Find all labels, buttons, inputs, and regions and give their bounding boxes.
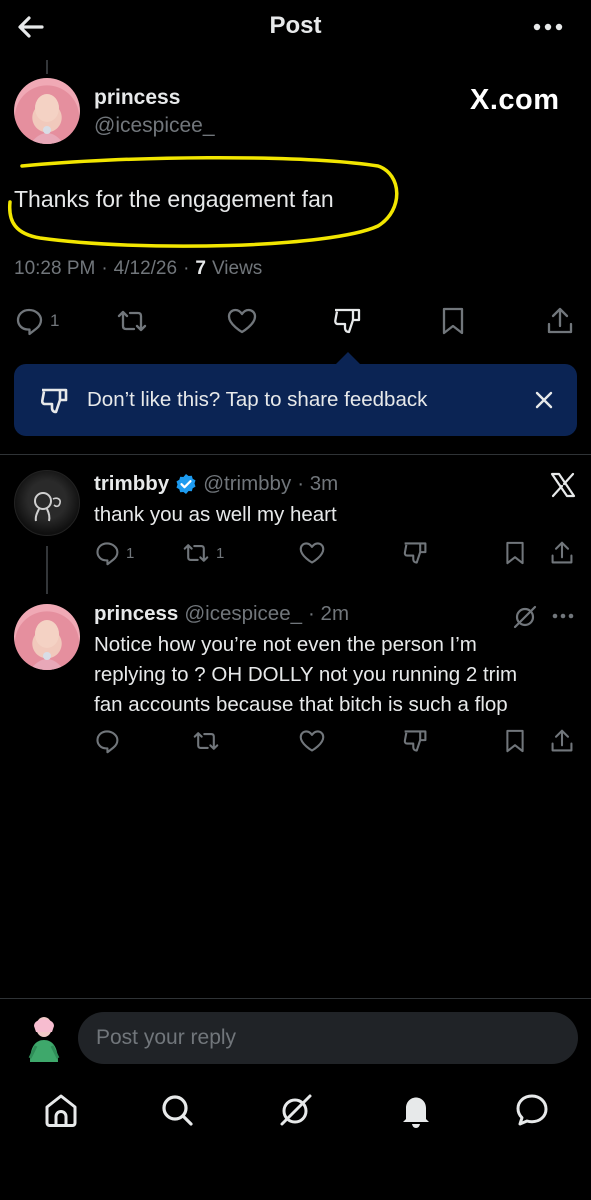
reply-button[interactable]: 1: [94, 540, 134, 566]
avatar[interactable]: [14, 78, 80, 144]
repost-icon: [183, 544, 209, 562]
feedback-pointer: [336, 352, 360, 364]
search-icon: [162, 1095, 193, 1126]
search-button[interactable]: [157, 1090, 197, 1130]
reply-author-name[interactable]: princess: [94, 602, 178, 626]
thread-line: [46, 60, 48, 74]
author-handle[interactable]: @icespicee_: [94, 114, 215, 138]
user-avatar: [20, 1012, 68, 1064]
page-title: Post: [269, 12, 322, 39]
grok-button[interactable]: [276, 1090, 316, 1130]
bookmark-button[interactable]: [504, 728, 526, 754]
avatar[interactable]: [14, 470, 80, 536]
repost-icon: [117, 310, 147, 332]
feedback-text[interactable]: Don’t like this? Tap to share feedback: [87, 388, 427, 412]
reply-count: 1: [126, 544, 135, 562]
verified-badge-icon: [176, 474, 196, 494]
reply-header: princess @icespicee_ · 2m: [94, 602, 349, 626]
bookmark-button[interactable]: [504, 540, 526, 566]
thumbs-down-icon: [334, 308, 361, 334]
x-logo-icon: [550, 472, 576, 498]
share-icon: [551, 541, 573, 564]
reply-button[interactable]: 1: [14, 306, 59, 336]
repost-button[interactable]: 1: [182, 540, 224, 566]
post-meta: 10:28 PM · 4/12/26 · 7 Views: [14, 258, 262, 280]
avatar-image: [30, 94, 64, 144]
thumbs-down-icon: [40, 388, 68, 414]
grok-icon: [280, 1094, 312, 1126]
reply-icon: [96, 730, 119, 754]
divider: [0, 454, 591, 455]
reply-icon: [16, 308, 43, 336]
heart-icon: [299, 542, 325, 564]
more-options-button[interactable]: [528, 12, 568, 42]
share-button[interactable]: [550, 540, 574, 566]
thumbs-down-icon: [403, 730, 427, 752]
reply-text: thank you as well my heart: [94, 503, 337, 526]
reply-text-line: fan accounts because that bitch is such …: [94, 693, 508, 716]
thumbs-down-icon: [403, 542, 427, 564]
user-avatar-image: [28, 1017, 60, 1062]
like-button[interactable]: [298, 728, 326, 754]
avatar[interactable]: [14, 604, 80, 670]
reply-author-handle[interactable]: @trimbby: [203, 472, 291, 496]
post-time: 10:28 PM: [14, 258, 96, 279]
reply-author-name[interactable]: trimbby: [94, 472, 169, 496]
x-com-watermark: X.com: [470, 84, 560, 116]
messages-icon: [516, 1094, 548, 1126]
notifications-icon: [403, 1097, 429, 1128]
repost-icon: [193, 732, 219, 750]
bookmark-icon: [506, 729, 524, 753]
author-name[interactable]: princess: [94, 86, 180, 110]
reply-text: Notice how you’re not even the person I’…: [94, 630, 574, 720]
share-button[interactable]: [546, 306, 574, 336]
reply-button[interactable]: [94, 728, 120, 754]
dislike-button[interactable]: [402, 540, 428, 566]
home-icon: [45, 1094, 77, 1127]
repost-button[interactable]: [192, 728, 220, 754]
more-horizontal-icon: [533, 23, 563, 31]
bookmark-button[interactable]: [440, 306, 466, 336]
reply-time: · 2m: [308, 602, 350, 625]
dislike-button[interactable]: [402, 728, 428, 754]
post-text: Thanks for the engagement fan: [14, 186, 334, 212]
more-horizontal-icon[interactable]: [550, 606, 576, 626]
views-count: 7: [195, 258, 206, 279]
meta-separator: ·: [183, 258, 190, 279]
meta-separator: ·: [101, 258, 108, 279]
reply-author-handle[interactable]: @icespicee_: [184, 602, 302, 626]
reply-text-line: replying to ? OH DOLLY not you running 2…: [94, 663, 518, 686]
barbie-logo-icon: [34, 492, 61, 522]
dislike-button[interactable]: [332, 306, 362, 336]
like-button[interactable]: [226, 306, 258, 336]
thread-line: [46, 546, 48, 594]
home-button[interactable]: [41, 1090, 81, 1130]
share-icon: [551, 729, 573, 752]
close-icon[interactable]: [534, 390, 554, 410]
views-label[interactable]: Views: [212, 258, 262, 280]
bookmark-icon: [442, 307, 464, 335]
repost-count: 1: [216, 544, 225, 562]
divider: [0, 998, 591, 999]
like-button[interactable]: [298, 540, 326, 566]
reply-header: trimbby @trimbby · 3m: [94, 472, 338, 496]
heart-icon: [227, 308, 257, 334]
share-button[interactable]: [550, 728, 574, 754]
share-icon: [547, 307, 573, 334]
repost-button[interactable]: [116, 306, 148, 336]
messages-button[interactable]: [512, 1090, 552, 1130]
reply-count: 1: [50, 311, 60, 330]
post-date: 4/12/26: [113, 258, 178, 279]
reply-composer-input[interactable]: [78, 1012, 578, 1064]
feedback-banner[interactable]: Don’t like this? Tap to share feedback: [14, 364, 577, 436]
reply-time: · 3m: [297, 472, 339, 495]
reply-text-line: Notice how you’re not even the person I’…: [94, 633, 477, 656]
notifications-button[interactable]: [396, 1090, 436, 1130]
reply-icon: [96, 542, 119, 566]
heart-icon: [299, 730, 325, 752]
grok-icon[interactable]: [512, 604, 538, 630]
avatar-image: [30, 620, 64, 670]
bookmark-icon: [506, 541, 524, 565]
